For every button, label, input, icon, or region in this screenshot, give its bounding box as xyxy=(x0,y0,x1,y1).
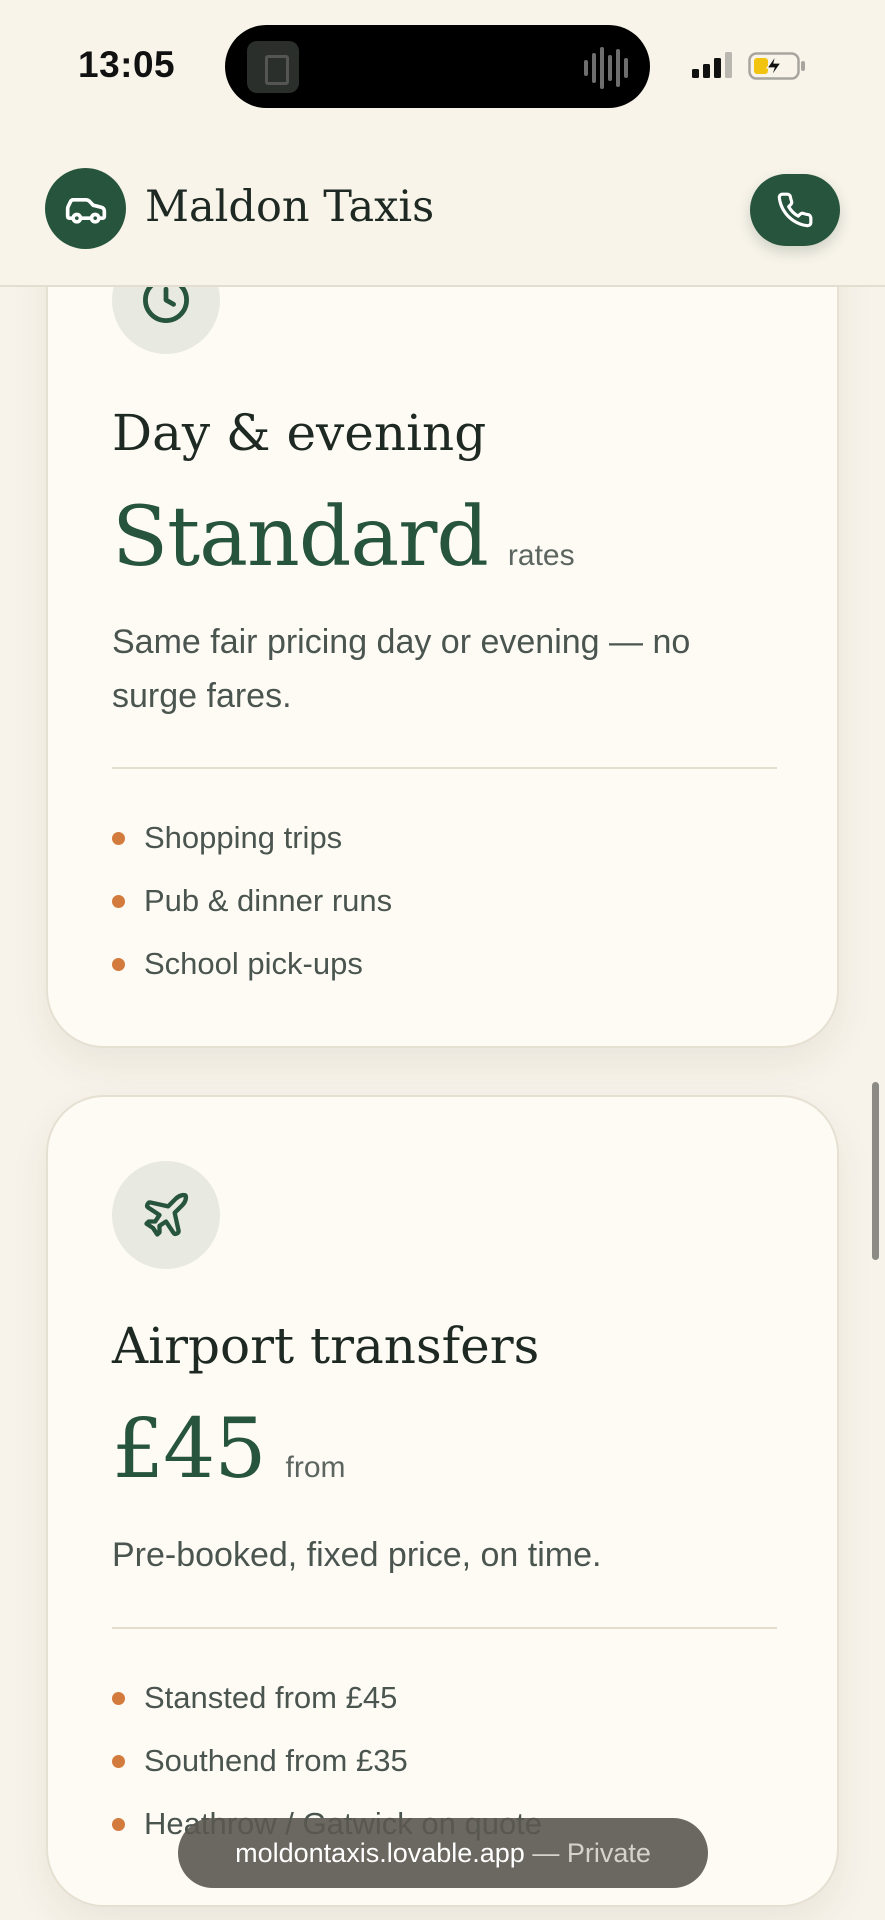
bullet-dot xyxy=(112,1692,125,1705)
price-suffix: rates xyxy=(507,539,575,572)
plane-icon xyxy=(144,1192,189,1237)
status-time: 13:05 xyxy=(78,44,176,85)
bullet-dot xyxy=(112,832,125,845)
call-button[interactable] xyxy=(750,174,840,246)
divider xyxy=(112,767,777,769)
bullet-dot xyxy=(112,1818,125,1831)
battery-charging-icon xyxy=(748,52,805,80)
card-description: Pre-booked, fixed price, on time. xyxy=(112,1536,602,1574)
audio-wave-icon xyxy=(584,47,628,89)
pricing-card-standard: Day & evening Standard rates Same fair p… xyxy=(46,200,839,1048)
price-row: £45 from xyxy=(112,1402,346,1497)
page-scrollbar[interactable] xyxy=(872,1082,879,1260)
feature-list: Shopping trips Pub & dinner runs School … xyxy=(112,806,392,995)
bullet-dot xyxy=(112,958,125,971)
dynamic-island[interactable] xyxy=(225,25,650,108)
card-description: Same fair pricing day or evening — no su… xyxy=(112,623,691,715)
phone-icon xyxy=(777,192,813,228)
feature-item: Stansted from £45 xyxy=(112,1666,542,1729)
feature-item: School pick-ups xyxy=(112,932,392,995)
feature-item: Southend from £35 xyxy=(112,1729,542,1792)
price-suffix: from xyxy=(285,1451,346,1484)
status-bar: 13:05 xyxy=(0,0,885,130)
price-value: £45 xyxy=(112,1402,267,1497)
brand-name[interactable]: Maldon Taxis xyxy=(145,182,434,232)
feature-item: Pub & dinner runs xyxy=(112,869,392,932)
divider xyxy=(112,1627,777,1629)
cellular-signal-icon xyxy=(692,52,732,78)
logo[interactable] xyxy=(45,168,126,249)
icon-badge xyxy=(112,1161,220,1269)
private-mode-label: — Private xyxy=(532,1837,651,1868)
card-title: Airport transfers xyxy=(112,1317,540,1375)
price-row: Standard rates xyxy=(112,490,575,585)
pricing-card-airport: Airport transfers £45 from Pre-booked, f… xyxy=(46,1095,839,1907)
now-playing-thumbnail xyxy=(247,41,299,93)
app-header: Maldon Taxis xyxy=(0,130,885,287)
feature-item: Shopping trips xyxy=(112,806,392,869)
url-text: moldontaxis.lovable.app xyxy=(235,1837,525,1868)
price-value: Standard xyxy=(112,490,489,585)
card-title: Day & evening xyxy=(112,404,487,462)
bullet-dot xyxy=(112,895,125,908)
bullet-dot xyxy=(112,1755,125,1768)
browser-url-pill[interactable]: moldontaxis.lovable.app — Private xyxy=(178,1818,708,1888)
car-icon xyxy=(65,197,106,224)
